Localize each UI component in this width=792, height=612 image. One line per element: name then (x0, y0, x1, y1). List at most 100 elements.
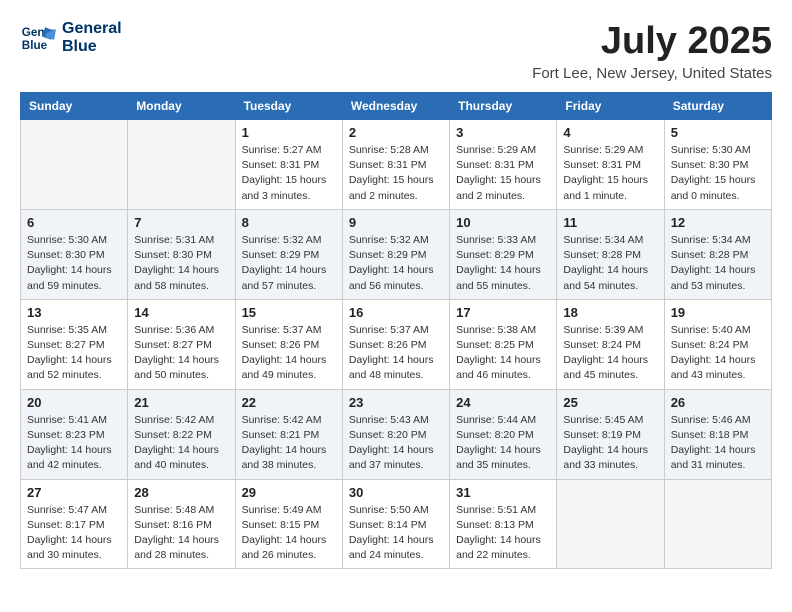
day-number: 25 (563, 395, 657, 410)
calendar-cell: 17 Sunrise: 5:38 AM Sunset: 8:25 PM Dayli… (450, 299, 557, 389)
day-info: Sunrise: 5:38 AM Sunset: 8:25 PM Dayligh… (456, 323, 550, 384)
day-number: 17 (456, 305, 550, 320)
calendar-cell: 22Sunrise: 5:42 AM Sunset: 8:21 PM Dayli… (235, 389, 342, 479)
day-info: Sunrise: 5:41 AM Sunset: 8:23 PM Dayligh… (27, 413, 121, 474)
calendar-header: SundayMondayTuesdayWednesdayThursdayFrid… (21, 93, 772, 120)
calendar-cell: 27Sunrise: 5:47 AM Sunset: 8:17 PM Dayli… (21, 479, 128, 569)
calendar-week-row: 13 Sunrise: 5:35 AM Sunset: 8:27 PM Dayli… (21, 299, 772, 389)
day-info: Sunrise: 5:42 AM Sunset: 8:22 PM Dayligh… (134, 413, 228, 474)
day-info: Sunrise: 5:44 AM Sunset: 8:20 PM Dayligh… (456, 413, 550, 474)
day-number: 20 (27, 395, 121, 410)
calendar-cell: 18 Sunrise: 5:39 AM Sunset: 8:24 PM Dayli… (557, 299, 664, 389)
day-info: Sunrise: 5:51 AM Sunset: 8:13 PM Dayligh… (456, 503, 550, 564)
calendar-cell: 29 Sunrise: 5:49 AM Sunset: 8:15 PM Dayli… (235, 479, 342, 569)
weekday-header-friday: Friday (557, 93, 664, 120)
calendar-cell: 10Sunrise: 5:33 AM Sunset: 8:29 PM Dayli… (450, 209, 557, 299)
logo: General Blue GeneralBlue (20, 20, 122, 56)
weekday-header-thursday: Thursday (450, 93, 557, 120)
day-info: Sunrise: 5:50 AM Sunset: 8:14 PM Dayligh… (349, 503, 443, 564)
calendar-cell: 31 Sunrise: 5:51 AM Sunset: 8:13 PM Dayli… (450, 479, 557, 569)
day-info: Sunrise: 5:40 AM Sunset: 8:24 PM Dayligh… (671, 323, 765, 384)
calendar-cell: 12Sunrise: 5:34 AM Sunset: 8:28 PM Dayli… (664, 209, 771, 299)
day-number: 21 (134, 395, 228, 410)
day-number: 31 (456, 485, 550, 500)
day-info: Sunrise: 5:27 AM Sunset: 8:31 PM Dayligh… (242, 143, 336, 204)
calendar-cell: 21 Sunrise: 5:42 AM Sunset: 8:22 PM Dayli… (128, 389, 235, 479)
calendar-cell: 14Sunrise: 5:36 AM Sunset: 8:27 PM Dayli… (128, 299, 235, 389)
day-info: Sunrise: 5:34 AM Sunset: 8:28 PM Dayligh… (563, 233, 657, 294)
day-info: Sunrise: 5:48 AM Sunset: 8:16 PM Dayligh… (134, 503, 228, 564)
calendar-week-row: 20 Sunrise: 5:41 AM Sunset: 8:23 PM Dayli… (21, 389, 772, 479)
calendar-week-row: 6 Sunrise: 5:30 AM Sunset: 8:30 PM Daylig… (21, 209, 772, 299)
calendar-cell: 5Sunrise: 5:30 AM Sunset: 8:30 PM Daylig… (664, 120, 771, 210)
weekday-header-saturday: Saturday (664, 93, 771, 120)
calendar-week-row: 1Sunrise: 5:27 AM Sunset: 8:31 PM Daylig… (21, 120, 772, 210)
weekday-header-tuesday: Tuesday (235, 93, 342, 120)
calendar-cell (557, 479, 664, 569)
weekday-header-monday: Monday (128, 93, 235, 120)
day-number: 2 (349, 125, 443, 140)
day-number: 15 (242, 305, 336, 320)
day-info: Sunrise: 5:34 AM Sunset: 8:28 PM Dayligh… (671, 233, 765, 294)
logo-text: GeneralBlue (62, 20, 122, 55)
calendar-cell (21, 120, 128, 210)
day-number: 23 (349, 395, 443, 410)
calendar-cell (128, 120, 235, 210)
day-number: 18 (563, 305, 657, 320)
day-info: Sunrise: 5:36 AM Sunset: 8:27 PM Dayligh… (134, 323, 228, 384)
calendar-cell: 25Sunrise: 5:45 AM Sunset: 8:19 PM Dayli… (557, 389, 664, 479)
day-number: 6 (27, 215, 121, 230)
svg-text:Blue: Blue (22, 39, 48, 52)
day-info: Sunrise: 5:49 AM Sunset: 8:15 PM Dayligh… (242, 503, 336, 564)
day-info: Sunrise: 5:32 AM Sunset: 8:29 PM Dayligh… (242, 233, 336, 294)
title-section: July 2025 Fort Lee, New Jersey, United S… (532, 20, 772, 82)
calendar-table: SundayMondayTuesdayWednesdayThursdayFrid… (20, 92, 772, 569)
calendar-cell: 2 Sunrise: 5:28 AM Sunset: 8:31 PM Daylig… (342, 120, 449, 210)
calendar-cell: 20 Sunrise: 5:41 AM Sunset: 8:23 PM Dayli… (21, 389, 128, 479)
day-number: 16 (349, 305, 443, 320)
day-number: 26 (671, 395, 765, 410)
calendar-cell: 3Sunrise: 5:29 AM Sunset: 8:31 PM Daylig… (450, 120, 557, 210)
day-number: 5 (671, 125, 765, 140)
day-number: 11 (563, 215, 657, 230)
weekday-header-wednesday: Wednesday (342, 93, 449, 120)
day-number: 30 (349, 485, 443, 500)
calendar-cell: 11 Sunrise: 5:34 AM Sunset: 8:28 PM Dayli… (557, 209, 664, 299)
calendar-week-row: 27Sunrise: 5:47 AM Sunset: 8:17 PM Dayli… (21, 479, 772, 569)
day-info: Sunrise: 5:30 AM Sunset: 8:30 PM Dayligh… (27, 233, 121, 294)
day-info: Sunrise: 5:29 AM Sunset: 8:31 PM Dayligh… (456, 143, 550, 204)
day-number: 22 (242, 395, 336, 410)
calendar-cell: 13 Sunrise: 5:35 AM Sunset: 8:27 PM Dayli… (21, 299, 128, 389)
day-number: 19 (671, 305, 765, 320)
calendar-cell: 26 Sunrise: 5:46 AM Sunset: 8:18 PM Dayli… (664, 389, 771, 479)
location-title: Fort Lee, New Jersey, United States (532, 65, 772, 82)
day-info: Sunrise: 5:37 AM Sunset: 8:26 PM Dayligh… (242, 323, 336, 384)
day-number: 10 (456, 215, 550, 230)
day-number: 28 (134, 485, 228, 500)
calendar-cell: 1Sunrise: 5:27 AM Sunset: 8:31 PM Daylig… (235, 120, 342, 210)
day-info: Sunrise: 5:46 AM Sunset: 8:18 PM Dayligh… (671, 413, 765, 474)
month-title: July 2025 (532, 20, 772, 63)
day-info: Sunrise: 5:29 AM Sunset: 8:31 PM Dayligh… (563, 143, 657, 204)
day-number: 24 (456, 395, 550, 410)
calendar-cell: 19 Sunrise: 5:40 AM Sunset: 8:24 PM Dayli… (664, 299, 771, 389)
day-number: 8 (242, 215, 336, 230)
day-number: 13 (27, 305, 121, 320)
day-number: 9 (349, 215, 443, 230)
day-info: Sunrise: 5:32 AM Sunset: 8:29 PM Dayligh… (349, 233, 443, 294)
day-info: Sunrise: 5:43 AM Sunset: 8:20 PM Dayligh… (349, 413, 443, 474)
day-info: Sunrise: 5:47 AM Sunset: 8:17 PM Dayligh… (27, 503, 121, 564)
logo-icon: General Blue (20, 20, 56, 56)
header: General Blue GeneralBlue July 2025 Fort … (20, 20, 772, 82)
calendar-cell: 9 Sunrise: 5:32 AM Sunset: 8:29 PM Daylig… (342, 209, 449, 299)
calendar-cell: 24 Sunrise: 5:44 AM Sunset: 8:20 PM Dayli… (450, 389, 557, 479)
calendar-cell: 30 Sunrise: 5:50 AM Sunset: 8:14 PM Dayli… (342, 479, 449, 569)
day-info: Sunrise: 5:37 AM Sunset: 8:26 PM Dayligh… (349, 323, 443, 384)
calendar-cell: 28 Sunrise: 5:48 AM Sunset: 8:16 PM Dayli… (128, 479, 235, 569)
day-info: Sunrise: 5:39 AM Sunset: 8:24 PM Dayligh… (563, 323, 657, 384)
day-number: 29 (242, 485, 336, 500)
calendar-cell: 8 Sunrise: 5:32 AM Sunset: 8:29 PM Daylig… (235, 209, 342, 299)
day-info: Sunrise: 5:35 AM Sunset: 8:27 PM Dayligh… (27, 323, 121, 384)
day-info: Sunrise: 5:28 AM Sunset: 8:31 PM Dayligh… (349, 143, 443, 204)
calendar-cell: 23 Sunrise: 5:43 AM Sunset: 8:20 PM Dayli… (342, 389, 449, 479)
